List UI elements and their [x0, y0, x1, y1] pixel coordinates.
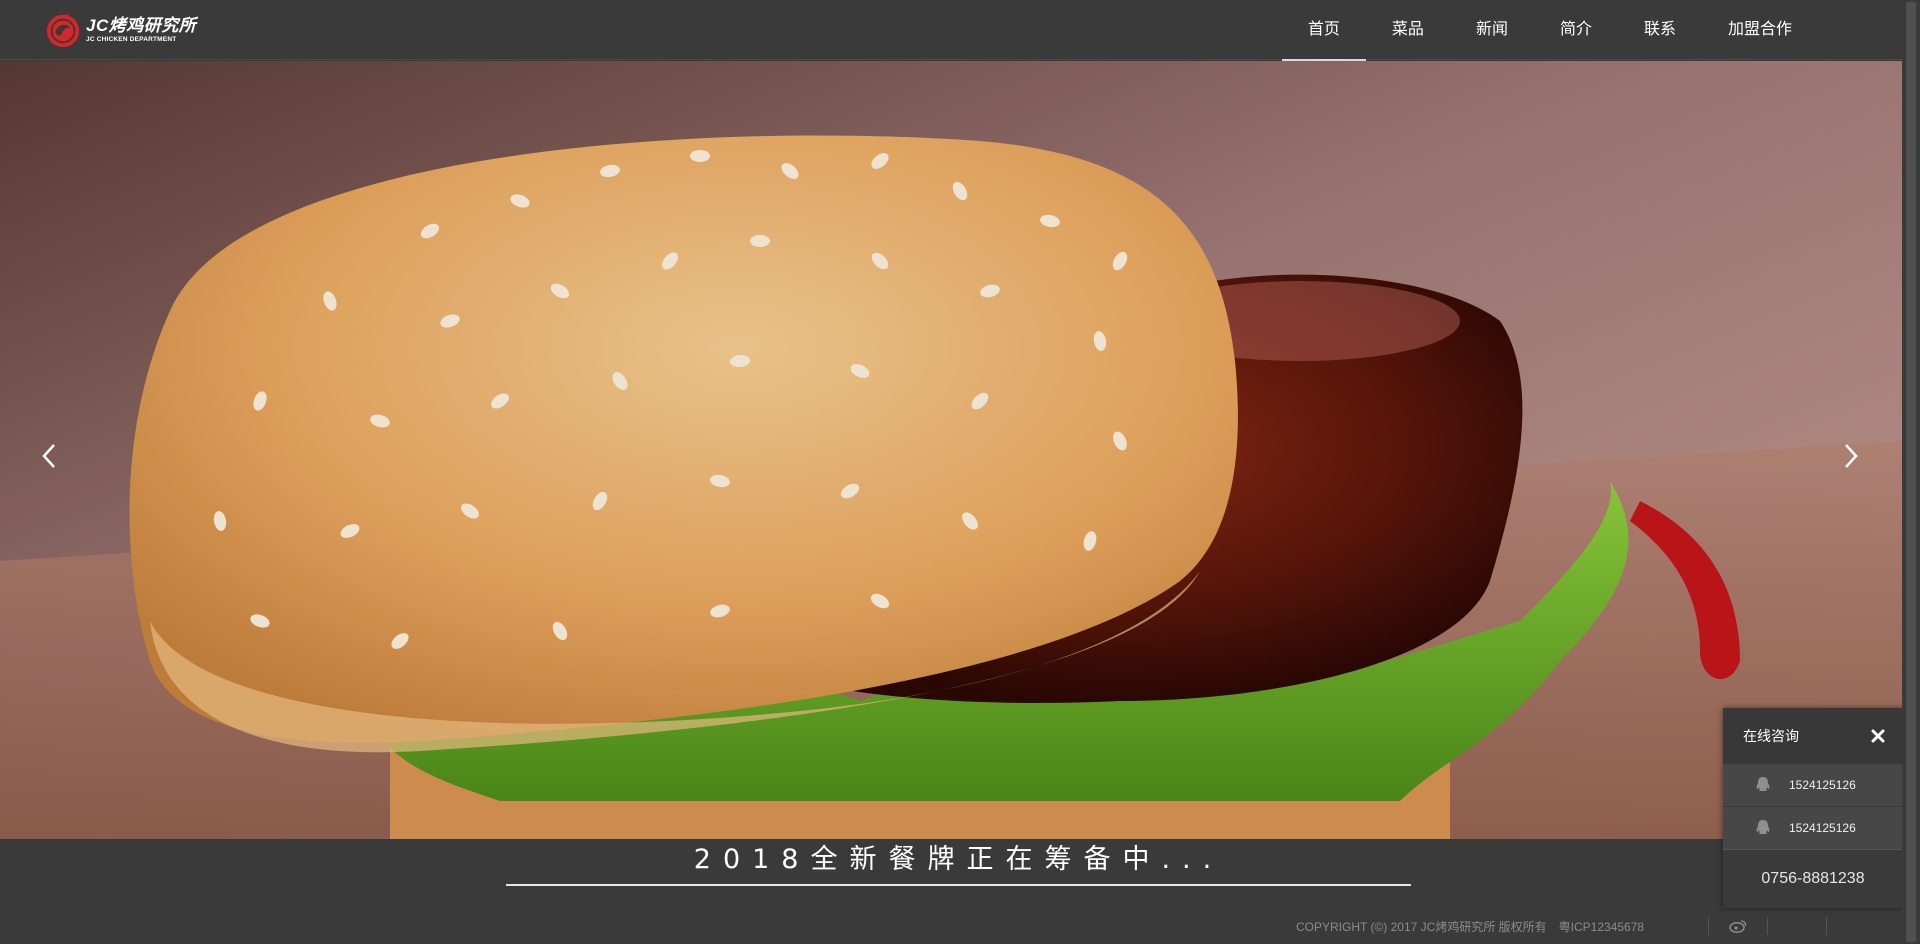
tagline-block: 2018全新餐牌正在筹备中...	[506, 840, 1411, 886]
nav-item-menu[interactable]: 菜品	[1366, 0, 1450, 60]
burger-photo	[0, 61, 1902, 839]
main-nav: 首页 菜品 新闻 简介 联系 加盟合作	[1281, 0, 1818, 61]
logo-subtitle: JC CHICKEN DEPARTMENT	[86, 35, 177, 43]
qq-icon	[1756, 777, 1770, 791]
logo-text: JC烤鸡研究所 JC CHICKEN DEPARTMENT	[86, 17, 196, 44]
icp-number[interactable]: 粤ICP12345678	[1559, 918, 1644, 935]
scrollbar-thumb[interactable]	[1906, 2, 1916, 942]
header: JC烤鸡研究所 JC CHICKEN DEPARTMENT 首页 菜品 新闻 简…	[0, 0, 1902, 61]
slider-next-button[interactable]	[1836, 436, 1866, 476]
qq-number: 1524125126	[1789, 778, 1856, 792]
chevron-right-icon	[1845, 444, 1858, 468]
blank-icon[interactable]	[1768, 915, 1826, 937]
nav-item-news[interactable]: 新闻	[1450, 0, 1534, 60]
nav-item-franchise[interactable]: 加盟合作	[1702, 0, 1818, 60]
page: JC烤鸡研究所 JC CHICKEN DEPARTMENT 首页 菜品 新闻 简…	[0, 0, 1920, 944]
close-icon[interactable]	[1870, 728, 1886, 744]
nav-item-about[interactable]: 简介	[1534, 0, 1618, 60]
logo-title: JC烤鸡研究所	[86, 15, 197, 35]
qq-icon	[1756, 820, 1770, 834]
consult-title: 在线咨询	[1743, 727, 1799, 744]
qq-contact-item[interactable]: 1524125126	[1723, 763, 1903, 806]
logo[interactable]: JC烤鸡研究所 JC CHICKEN DEPARTMENT	[44, 10, 196, 50]
hero-slider	[0, 61, 1902, 839]
nav-item-home[interactable]: 首页	[1281, 0, 1366, 61]
copyright-text: COPYRIGHT (©) 2017 JC烤鸡研究所 版权所有	[1296, 919, 1547, 934]
online-consult-panel: 在线咨询 1524125126 1524125126 0756-8881238	[1723, 708, 1903, 908]
footer-divider	[1826, 917, 1828, 935]
logo-chicken-icon	[46, 12, 80, 48]
tagline: 2018全新餐牌正在筹备中...	[693, 844, 1224, 875]
weibo-icon[interactable]	[1709, 915, 1767, 937]
page-scrollbar[interactable]	[1902, 0, 1920, 944]
qq-number: 1524125126	[1789, 821, 1856, 835]
chevron-left-icon	[42, 444, 55, 468]
nav-item-contact[interactable]: 联系	[1618, 0, 1702, 60]
footer: COPYRIGHT (©) 2017 JC烤鸡研究所 版权所有 粤ICP1234…	[1296, 915, 1828, 937]
tagline-underline	[506, 884, 1411, 886]
consult-header: 在线咨询	[1723, 708, 1903, 763]
qq-contact-item[interactable]: 1524125126	[1723, 806, 1903, 849]
slider-prev-button[interactable]	[34, 436, 64, 476]
consult-phone: 0756-8881238	[1723, 849, 1903, 906]
